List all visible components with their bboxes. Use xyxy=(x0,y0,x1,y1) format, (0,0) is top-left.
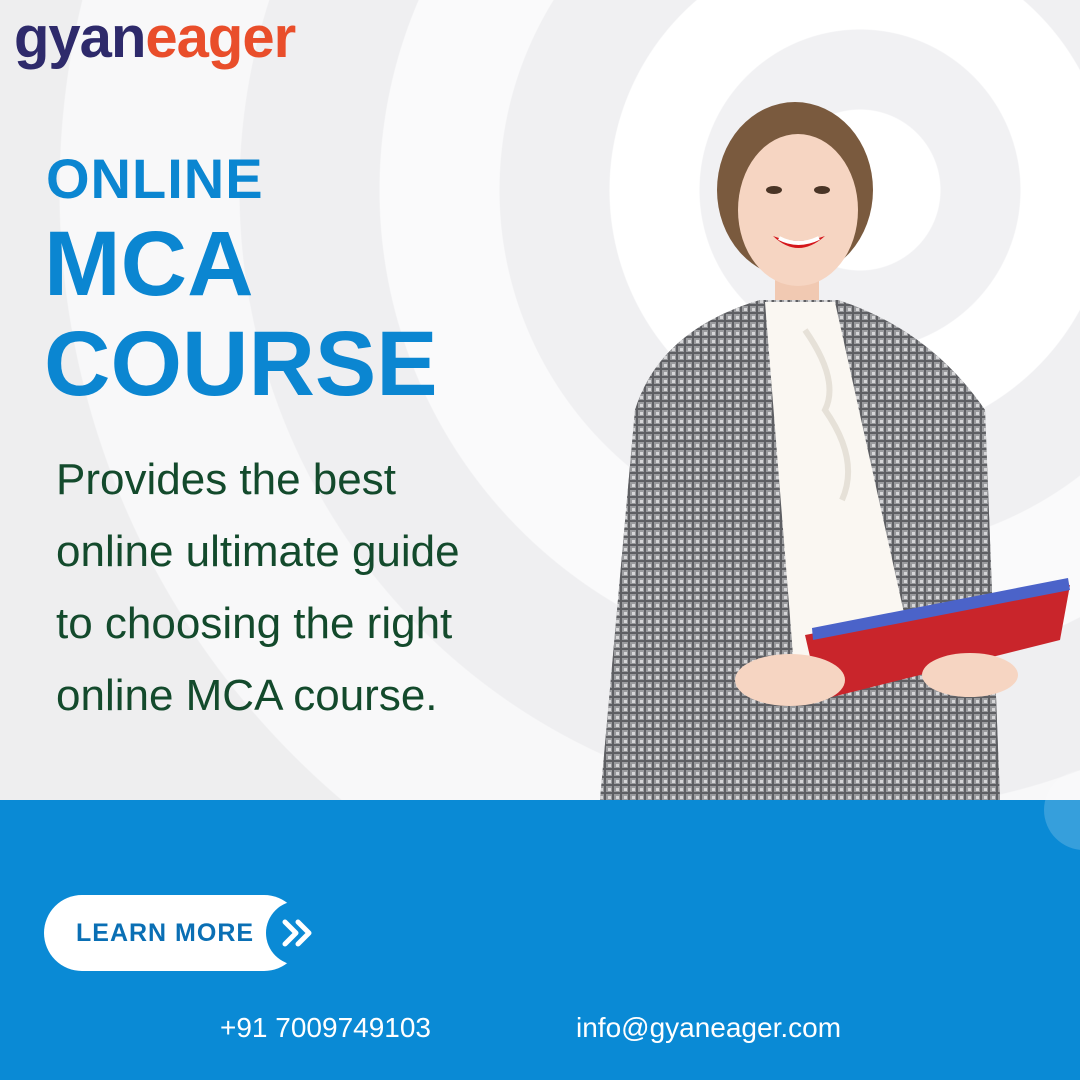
headline-course: COURSE xyxy=(44,313,438,415)
description-line: to choosing the right xyxy=(56,599,453,648)
hero-section: gyaneager ONLINE MCA COURSE Provides the… xyxy=(0,0,1080,800)
description-line: online MCA course. xyxy=(56,671,438,720)
description-line: online ultimate guide xyxy=(56,527,460,576)
headline-mca: MCA xyxy=(44,213,254,315)
learn-more-button[interactable]: LEARN MORE xyxy=(44,895,302,971)
learn-more-label: LEARN MORE xyxy=(76,918,255,947)
contact-phone[interactable]: +91 7009749103 xyxy=(220,1012,431,1044)
description: Provides the best online ultimate guide … xyxy=(56,444,596,732)
double-chevron-right-icon[interactable] xyxy=(266,901,330,965)
headline-online: ONLINE xyxy=(46,147,264,210)
logo-part-gyan: gyan xyxy=(14,5,146,70)
student-photo xyxy=(600,102,1070,800)
description-line: Provides the best xyxy=(56,455,396,504)
contact-email[interactable]: info@gyaneager.com xyxy=(576,1012,841,1044)
brand-logo[interactable]: gyaneager xyxy=(14,4,296,71)
logo-part-eager: eager xyxy=(145,5,296,70)
